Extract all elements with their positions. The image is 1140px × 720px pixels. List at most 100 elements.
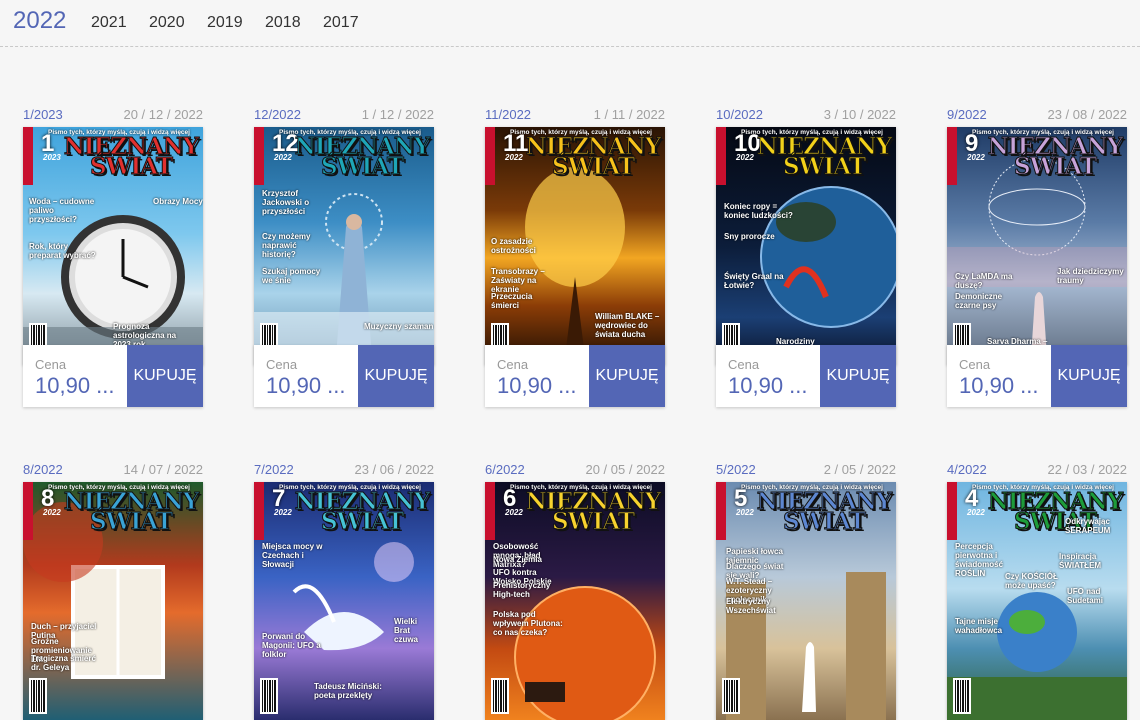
- buy-button[interactable]: KUPUJĘ: [127, 345, 203, 407]
- cover-headline: Sny prorocze: [724, 232, 775, 241]
- logo-line-2: ŚWIAT: [1014, 153, 1098, 180]
- cover-headline: Polska pod wpływem Plutona: co nas czeka…: [493, 610, 563, 637]
- cover-year: 2022: [505, 508, 523, 517]
- issue-meta: 4/2022 22 / 03 / 2022: [947, 462, 1127, 478]
- issue-date: 1 / 11 / 2022: [593, 107, 665, 122]
- issue-date: 20 / 05 / 2022: [585, 462, 665, 477]
- price-label: Cena: [35, 357, 67, 372]
- issue-date: 2 / 05 / 2022: [823, 462, 896, 477]
- cover-headline: Czy możemy naprawić historię?: [262, 232, 311, 259]
- magazine-logo: NIEZNANY ŚWIAT: [63, 135, 199, 179]
- cover-headline: Święty Graal na Łotwie?: [724, 272, 784, 290]
- logo-line-2: ŚWIAT: [90, 508, 174, 535]
- buy-button[interactable]: KUPUJĘ: [1051, 345, 1127, 407]
- cover-headline: Woda – cudowne paliwo przyszłości?: [29, 197, 95, 224]
- cover-headline: Demoniczne czarne psy: [955, 292, 1003, 310]
- logo-line-2: ŚWIAT: [783, 153, 867, 180]
- year-tab-2021[interactable]: 2021: [91, 14, 127, 32]
- issue-cover[interactable]: Pismo tych, którzy myślą, czują i widzą …: [947, 482, 1127, 720]
- logo-line-2: ŚWIAT: [552, 153, 636, 180]
- cover-spine: [485, 482, 495, 540]
- issue-number[interactable]: 11/2022: [485, 107, 531, 122]
- year-filter-bar: 2022 2021 2020 2019 2018 2017: [0, 0, 1140, 47]
- cover-spine: [716, 482, 726, 540]
- magazine-logo: NIEZNANY ŚWIAT: [987, 135, 1123, 180]
- issue-meta: 6/2022 20 / 05 / 2022: [485, 462, 665, 478]
- purchase-panel: Cena 10,90 ... KUPUJĘ: [254, 345, 434, 407]
- price-label: Cena: [728, 357, 760, 372]
- issue-number[interactable]: 8/2022: [23, 462, 63, 477]
- barcode-icon: [29, 678, 47, 714]
- cover-spine: [23, 127, 33, 185]
- issue-number[interactable]: 5/2022: [716, 462, 756, 477]
- cover-spine: [947, 482, 957, 540]
- buy-button[interactable]: KUPUJĘ: [820, 345, 896, 407]
- purchase-panel: Cena 10,90 ... KUPUJĘ: [23, 345, 203, 407]
- issue-date: 1 / 12 / 2022: [361, 107, 434, 122]
- issue-meta: 8/2022 14 / 07 / 2022: [23, 462, 203, 478]
- issue-cover[interactable]: Pismo tych, którzy myślą, czują i widzą …: [716, 482, 896, 720]
- issue-cover[interactable]: Pismo tych, którzy myślą, czują i widzą …: [254, 482, 434, 720]
- issue-cover[interactable]: Pismo tych, którzy myślą, czują i widzą …: [485, 127, 665, 365]
- cover-headline: Wielki Brat czuwa: [394, 617, 419, 644]
- price-value: 10,90 ...: [959, 373, 1039, 398]
- cover-headline: Inspiracja ŚWIATŁEM: [1059, 552, 1102, 570]
- cover-spine: [716, 127, 726, 185]
- issue-number[interactable]: 1/2023: [23, 107, 63, 122]
- issue-cover[interactable]: Pismo tych, którzy myślą, czują i widzą …: [485, 482, 665, 720]
- magazine-logo: NIEZNANY ŚWIAT: [756, 490, 892, 535]
- issue-cover[interactable]: Pismo tych, którzy myślą, czują i widzą …: [23, 482, 203, 720]
- cover-year: 2022: [736, 508, 754, 517]
- cover-headline: Transobrazy – Zaświaty na ekranie: [491, 267, 545, 294]
- cover-headline: Koniec ropy = koniec ludzkości?: [724, 202, 793, 220]
- cover-year: 2022: [505, 153, 523, 162]
- cover-headline: Porwani do Magonii: UFO a folklor: [262, 632, 321, 659]
- cover-headline: Tadeusz Miciński: poeta przeklęty: [314, 682, 382, 700]
- issue-cover[interactable]: Pismo tych, którzy myślą, czują i widzą …: [23, 127, 203, 365]
- cover-year: 2022: [274, 508, 292, 517]
- price-label: Cena: [497, 357, 529, 372]
- issue-meta: 7/2022 23 / 06 / 2022: [254, 462, 434, 478]
- issue-date: 22 / 03 / 2022: [1047, 462, 1127, 477]
- year-tab-2022[interactable]: 2022: [13, 7, 66, 35]
- logo-line-2: ŚWIAT: [321, 508, 405, 535]
- issue-number[interactable]: 7/2022: [254, 462, 294, 477]
- buy-button[interactable]: KUPUJĘ: [358, 345, 434, 407]
- logo-line-2: ŚWIAT: [552, 508, 636, 535]
- cover-headline: Odkrywając SERAPEUM: [1065, 517, 1111, 535]
- issue-number[interactable]: 12/2022: [254, 107, 301, 122]
- issue-number[interactable]: 10/2022: [716, 107, 763, 122]
- issue-meta: 1/2023 20 / 12 / 2022: [23, 107, 203, 123]
- issue-meta: 5/2022 2 / 05 / 2022: [716, 462, 896, 478]
- issue-cover[interactable]: Pismo tych, którzy myślą, czują i widzą …: [716, 127, 896, 365]
- logo-line-2: ŚWIAT: [783, 508, 867, 535]
- year-tab-2020[interactable]: 2020: [149, 14, 185, 32]
- year-tab-2017[interactable]: 2017: [323, 14, 359, 32]
- price-value: 10,90 ...: [497, 373, 577, 398]
- issue-number[interactable]: 4/2022: [947, 462, 987, 477]
- purchase-panel: Cena 10,90 ... KUPUJĘ: [947, 345, 1127, 407]
- issue-meta: 11/2022 1 / 11 / 2022: [485, 107, 665, 123]
- buy-button[interactable]: KUPUJĘ: [589, 345, 665, 407]
- cover-spine: [485, 127, 495, 185]
- cover-year: 2022: [967, 508, 985, 517]
- year-tab-2018[interactable]: 2018: [265, 14, 301, 32]
- issue-number[interactable]: 6/2022: [485, 462, 525, 477]
- cover-year: 2022: [274, 153, 292, 162]
- cover-headline: Czy KOŚCIÓŁ może upaść?: [1005, 572, 1058, 590]
- cover-headline: William BLAKE – wędrowiec do świata duch…: [595, 312, 660, 339]
- cover-headline: Nowa Ziemia: [493, 555, 542, 564]
- year-tab-2019[interactable]: 2019: [207, 14, 243, 32]
- price-label: Cena: [266, 357, 298, 372]
- issue-number[interactable]: 9/2022: [947, 107, 987, 122]
- issue-cover[interactable]: Pismo tych, którzy myślą, czują i widzą …: [254, 127, 434, 365]
- cover-year: 2022: [967, 153, 985, 162]
- issue-cover[interactable]: Pismo tych, którzy myślą, czują i widzą …: [947, 127, 1127, 365]
- cover-headline: Jak dziedziczymy traumy: [1057, 267, 1124, 285]
- cover-headline: Krzysztof Jackowski o przyszłości: [262, 189, 310, 216]
- barcode-icon: [491, 678, 509, 714]
- issue-date: 20 / 12 / 2022: [123, 107, 203, 122]
- purchase-panel: Cena 10,90 ... KUPUJĘ: [716, 345, 896, 407]
- barcode-icon: [953, 678, 971, 714]
- logo-line-2: ŚWIAT: [321, 153, 405, 180]
